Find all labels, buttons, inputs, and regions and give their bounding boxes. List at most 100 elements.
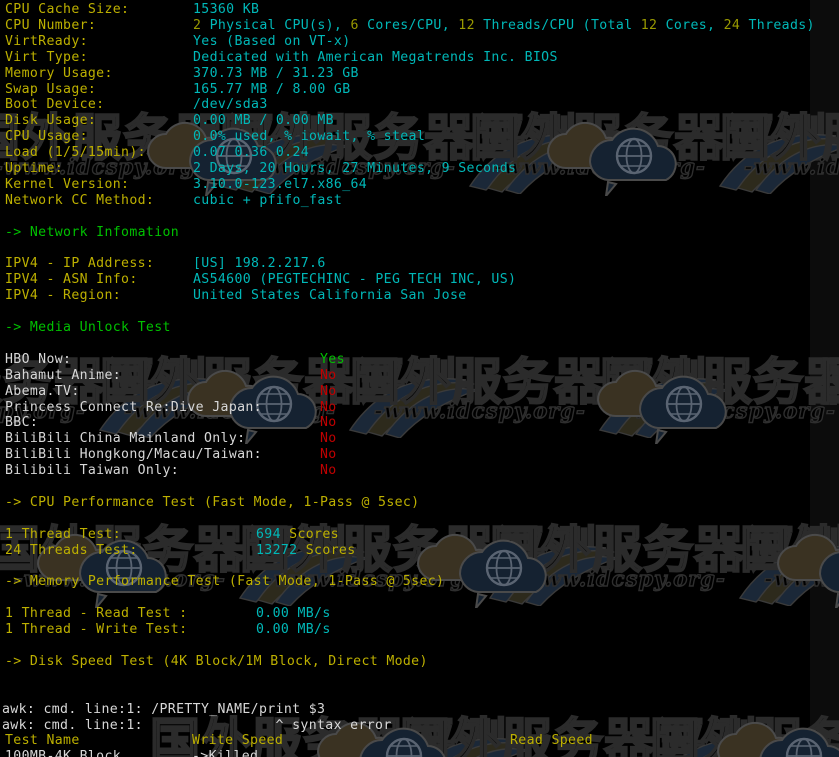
- terminal-screenshot: 国外服务器评测 -www.idcspy.org- 国外服务器评测 -www.idcs…: [0, 0, 839, 757]
- disk-table-header-test-name: Test Name: [5, 733, 80, 749]
- network-info-row: IPV4 - IP Address: [US] 198.2.217.6: [0, 256, 839, 272]
- system-info-label: CPU Cache Size:: [5, 2, 130, 17]
- awk-error-text: awk: cmd. line:1: ^ syntax error: [2, 717, 392, 733]
- system-info-row: Memory Usage: 370.73 MB / 31.23 GB: [0, 66, 839, 82]
- media-unlock-status: No: [320, 383, 337, 399]
- section-header-text: -> Disk Speed Test (4K Block/1M Block, D…: [5, 653, 428, 669]
- section-header-memory-performance: -> Memory Performance Test (Fast Mode, 1…: [0, 574, 839, 590]
- section-header-text: -> Memory Performance Test (Fast Mode, 1…: [5, 574, 445, 590]
- cpu-perf-score: 13272: [256, 542, 298, 558]
- disk-table-header-read-speed: Read Speed: [510, 733, 593, 749]
- mem-perf-value: 0.00 MB/s: [256, 622, 331, 638]
- system-info-value: 370.73 MB / 31.23 GB: [193, 65, 359, 81]
- system-info-value: 15360 KB: [193, 2, 260, 17]
- system-info-label: Network CC Method:: [5, 192, 155, 208]
- media-unlock-label: Abema.TV:: [5, 383, 80, 399]
- system-info-row: VirtReady: Yes (Based on VT-x): [0, 34, 839, 50]
- cpu-perf-value: 694 Scores: [256, 527, 339, 543]
- mem-perf-label: 1 Thread - Read Test :: [5, 606, 188, 622]
- media-unlock-status: No: [320, 367, 337, 383]
- mem-perf-label: 1 Thread - Write Test:: [5, 622, 188, 638]
- cpu-number-segment: 24: [723, 17, 741, 33]
- cpu-perf-row: 24 Threads Test: 13272 Scores: [0, 543, 839, 559]
- disk-table-header-write-speed: Write Speed: [192, 733, 284, 749]
- cpu-number-segment: 12: [458, 17, 475, 33]
- system-info-label: VirtReady:: [5, 33, 88, 49]
- media-unlock-label: Bahamut Anime:: [5, 367, 122, 383]
- media-unlock-status: Yes: [320, 351, 345, 367]
- section-header-text: -> Media Unlock Test: [5, 320, 171, 335]
- system-info-value: 0.07 0.36 0.24: [193, 145, 310, 161]
- media-unlock-label: BiliBili Hongkong/Macau/Taiwan:: [5, 447, 262, 463]
- network-info-row: IPV4 - ASN Info: AS54600 (PEGTECHINC - PE…: [0, 272, 839, 288]
- cpu-number-segment: Cores/CPU,: [358, 17, 459, 33]
- cpu-perf-label: 24 Threads Test:: [5, 542, 138, 558]
- media-unlock-label: BBC:: [5, 415, 39, 431]
- cpu-perf-score: 694: [256, 526, 281, 542]
- system-info-value: cubic + pfifo_fast: [193, 192, 343, 208]
- media-unlock-row: BBC: No: [0, 415, 839, 431]
- system-info-value: 0.0% used, % iowait, % steal: [193, 129, 426, 145]
- media-unlock-status: No: [320, 431, 337, 447]
- system-info-row: Disk Usage: 0.00 MB / 0.00 MB: [0, 113, 839, 129]
- media-unlock-row: Abema.TV: No: [0, 384, 839, 400]
- system-info-value: Yes (Based on VT-x): [193, 33, 351, 49]
- system-info-label: CPU Number:: [5, 17, 97, 33]
- system-info-row: Swap Usage: 165.77 MB / 8.00 GB: [0, 82, 839, 98]
- media-unlock-label: Princess Connect Re:Dive Japan:: [5, 399, 262, 415]
- network-info-label: IPV4 - Region:: [5, 288, 122, 304]
- network-info-row: IPV4 - Region: United States California S…: [0, 288, 839, 304]
- media-unlock-label: BiliBili China Mainland Only:: [5, 431, 246, 447]
- media-unlock-row: Bilibili Taiwan Only: No: [0, 463, 839, 479]
- system-info-label: Virt Type:: [5, 49, 88, 65]
- system-info-row: Load (1/5/15min): 0.07 0.36 0.24: [0, 145, 839, 161]
- system-info-label: Uptime:: [5, 161, 64, 176]
- disk-test-name: 100MB-4K Block: [5, 749, 122, 757]
- section-header-text: -> Network Infomation: [5, 224, 180, 240]
- system-info-label: Boot Device:: [5, 97, 105, 113]
- system-info-row: Virt Type: Dedicated with American Megatr…: [0, 50, 839, 66]
- system-info-row: CPU Number: 2 Physical CPU(s), 6 Cores/CP…: [0, 18, 839, 34]
- system-info-value: /dev/sda3: [193, 97, 268, 113]
- network-info-value: [US] 198.2.217.6: [193, 256, 326, 272]
- media-unlock-status: No: [320, 447, 337, 463]
- system-info-label: Load (1/5/15min):: [5, 145, 146, 161]
- network-info-label: IPV4 - ASN Info:: [5, 272, 138, 288]
- system-info-value: 165.77 MB / 8.00 GB: [193, 81, 351, 97]
- system-info-label: Kernel Version:: [5, 176, 130, 192]
- cpu-number-segment: Threads/CPU (Total: [474, 17, 641, 33]
- system-info-value: 0.00 MB / 0.00 MB: [193, 113, 334, 129]
- system-info-label: Disk Usage:: [5, 113, 97, 129]
- system-info-value: Dedicated with American Megatrends Inc. …: [193, 49, 558, 65]
- disk-write-speed: ->Killed: [192, 749, 259, 757]
- system-info-row: CPU Cache Size: 15360 KB: [0, 2, 839, 18]
- section-header-disk-speed: -> Disk Speed Test (4K Block/1M Block, D…: [0, 654, 839, 670]
- awk-error-text: awk: cmd. line:1: /PRETTY_NAME/print $3: [2, 701, 326, 717]
- mem-perf-row: 1 Thread - Read Test : 0.00 MB/s: [0, 606, 839, 622]
- cpu-perf-label: 1 Thread Test:: [5, 526, 122, 542]
- system-info-value: 2 Physical CPU(s), 6 Cores/CPU, 12 Threa…: [193, 18, 815, 34]
- system-info-label: CPU Usage:: [5, 129, 88, 145]
- cpu-number-segment: 12: [640, 17, 658, 33]
- section-header-media-unlock: -> Media Unlock Test: [0, 320, 839, 336]
- cpu-perf-unit: Scores: [297, 542, 356, 558]
- media-unlock-row: BiliBili China Mainland Only: No: [0, 431, 839, 447]
- system-info-value: 3.10.0-123.el7.x86_64: [193, 176, 368, 192]
- mem-perf-row: 1 Thread - Write Test: 0.00 MB/s: [0, 622, 839, 638]
- system-info-row: Network CC Method: cubic + pfifo_fast: [0, 193, 839, 209]
- network-info-label: IPV4 - IP Address:: [5, 256, 155, 272]
- cpu-number-segment: 6: [350, 17, 359, 33]
- network-info-value: AS54600 (PEGTECHINC - PEG TECH INC, US): [193, 272, 517, 288]
- cpu-perf-row: 1 Thread Test: 694 Scores: [0, 527, 839, 543]
- cpu-number-segment: Cores,: [657, 17, 724, 33]
- media-unlock-status: No: [320, 463, 337, 479]
- disk-table-header-row: Test Name Write Speed Read Speed: [0, 733, 839, 749]
- system-info-label: Swap Usage:: [5, 81, 97, 97]
- network-info-value: United States California San Jose: [193, 288, 467, 304]
- awk-error-line: awk: cmd. line:1: ^ syntax error: [0, 718, 839, 734]
- system-info-value: 2 Days, 20 Hours, 27 Minutes, 9 Seconds: [193, 161, 517, 176]
- system-info-label: Memory Usage:: [5, 65, 113, 81]
- media-unlock-status: No: [320, 399, 337, 415]
- media-unlock-row: Princess Connect Re:Dive Japan: No: [0, 400, 839, 416]
- cpu-number-segment: Threads): [740, 17, 815, 33]
